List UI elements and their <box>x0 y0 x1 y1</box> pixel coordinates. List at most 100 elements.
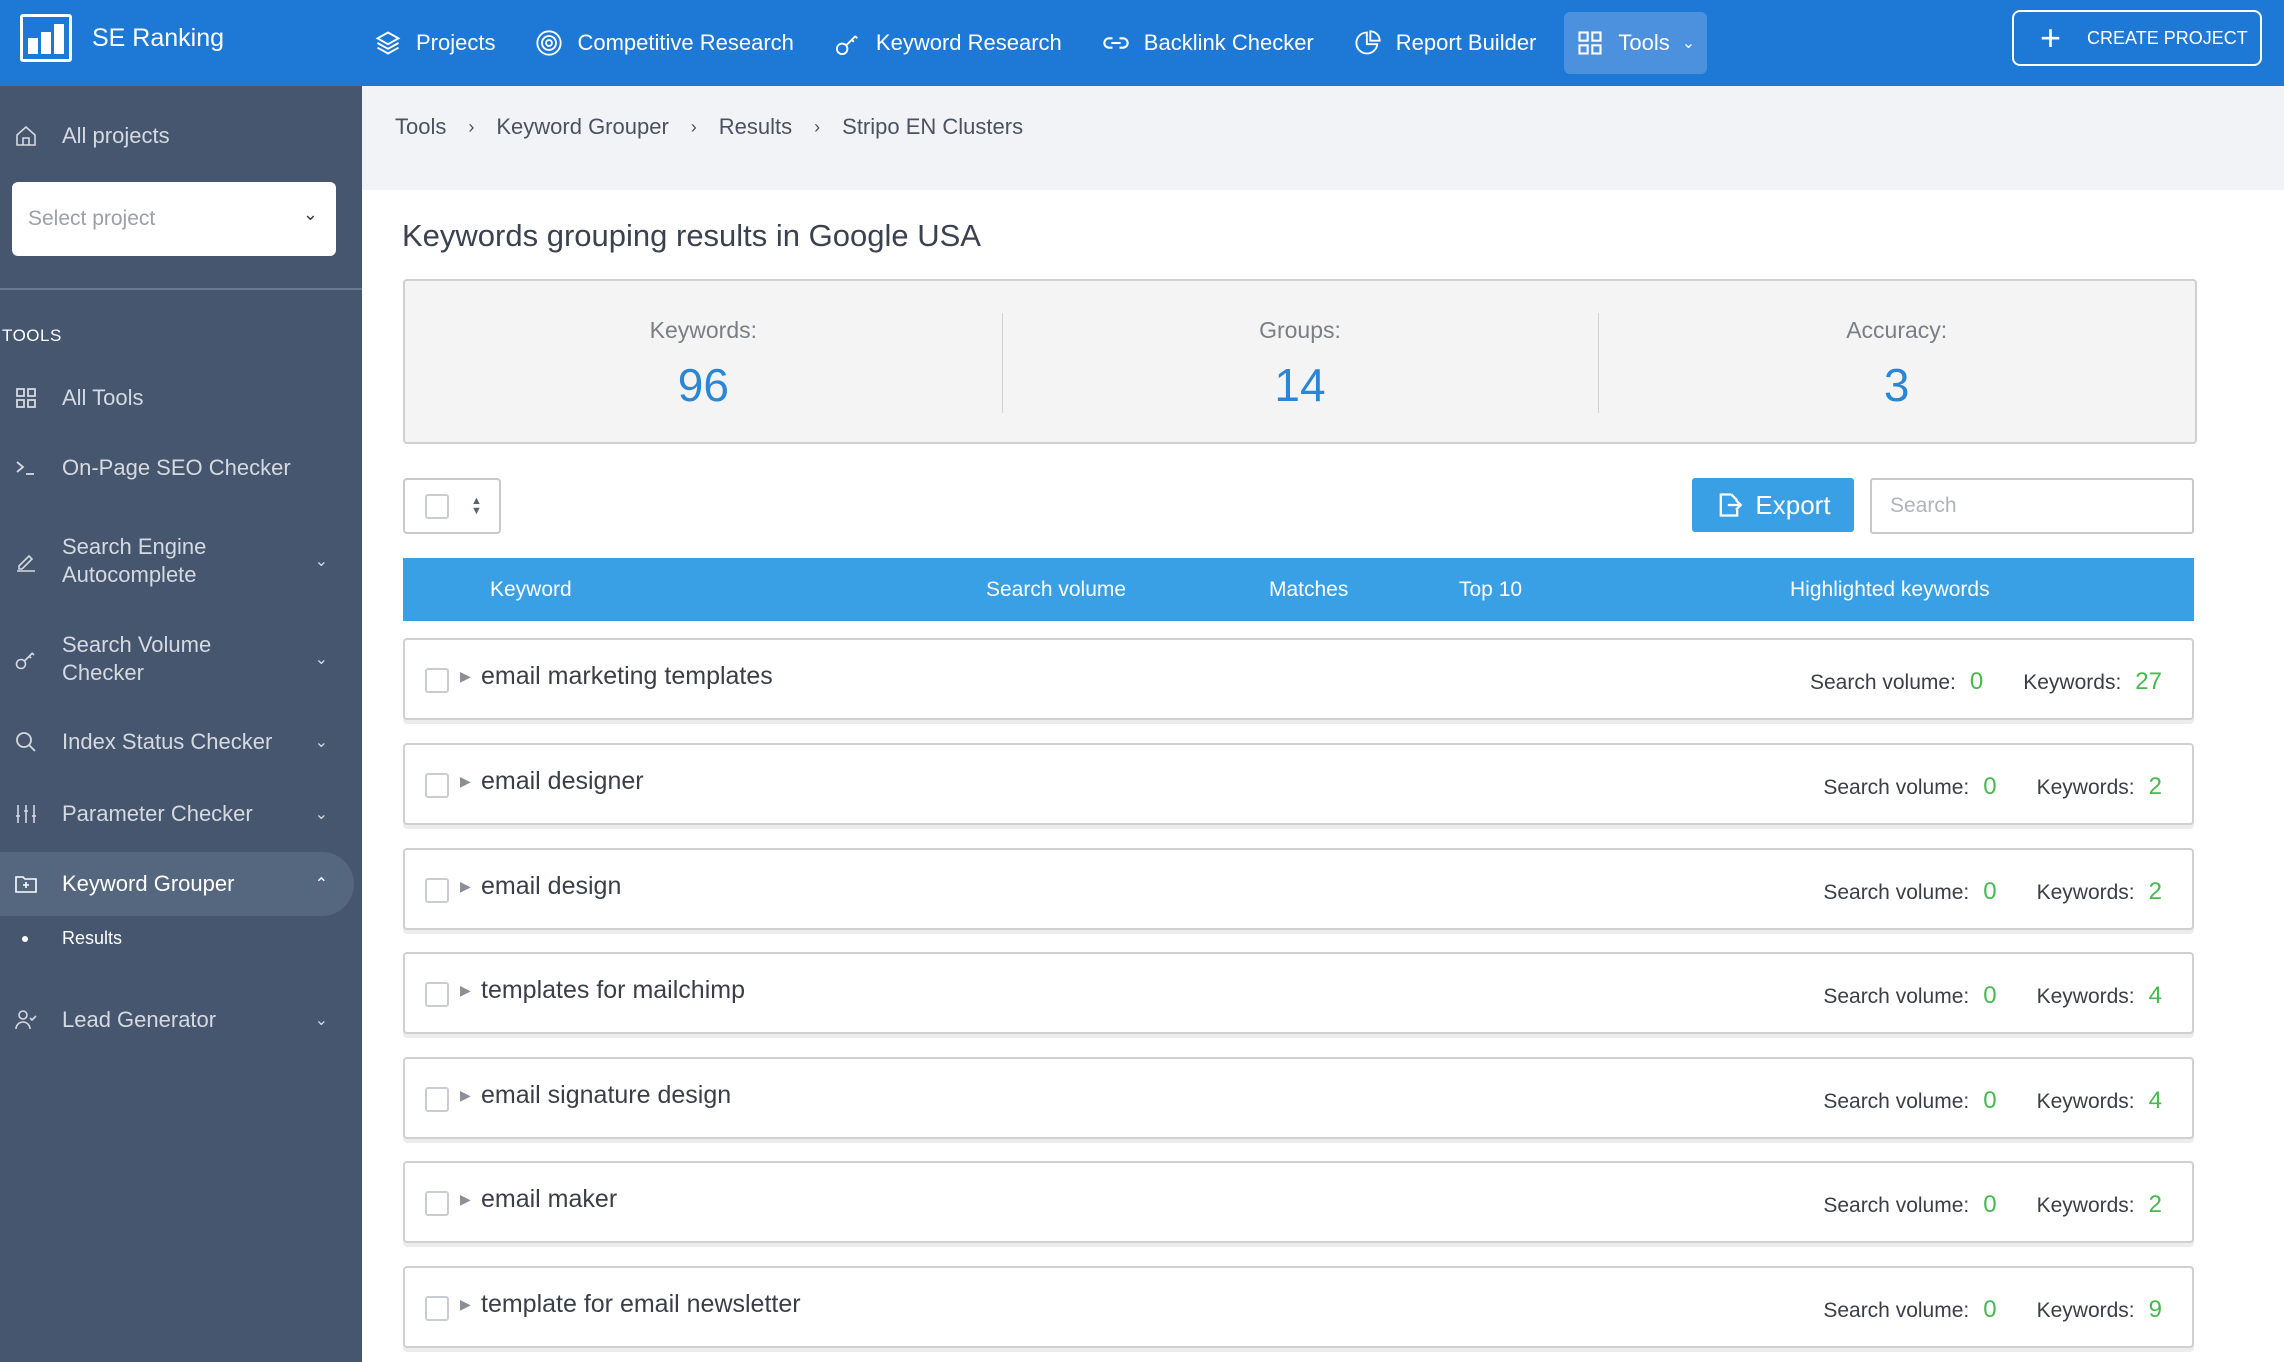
table-row[interactable]: ▶ email signature design Search volume: … <box>403 1057 2194 1139</box>
sidebar: All projects Select project ⌄ TOOLS All … <box>0 86 362 1362</box>
nav-label: Report Builder <box>1395 30 1537 55</box>
keywords-count: 4 <box>2148 1087 2162 1114</box>
sidebar-item-parameter-checker[interactable]: Parameter Checker ⌄ <box>0 792 354 836</box>
row-checkbox[interactable] <box>425 1087 449 1112</box>
table-row[interactable]: ▶ email marketing templates Search volum… <box>403 638 2194 720</box>
search-volume-label: Search volume: <box>1823 1090 1970 1113</box>
select-project-placeholder: Select project <box>28 207 156 230</box>
group-keyword[interactable]: email design <box>481 872 621 901</box>
chevron-down-icon: ⌄ <box>302 204 318 224</box>
keywords-label: Keywords: <box>2023 671 2122 694</box>
row-meta: Search volume: 0 Keywords: 4 <box>1823 982 2162 1010</box>
row-meta: Search volume: 0 Keywords: 9 <box>1823 1296 2162 1324</box>
export-label: Export <box>1755 489 1831 520</box>
select-all-checkbox[interactable] <box>425 493 449 519</box>
keywords-label: Keywords: <box>2036 1194 2135 1217</box>
keywords-count: 9 <box>2148 1296 2162 1323</box>
keywords-label: Keywords: <box>2036 776 2135 799</box>
row-checkbox[interactable] <box>425 1296 449 1321</box>
stat-label: Keywords: <box>649 317 758 343</box>
search-volume-label: Search volume: <box>1823 1194 1970 1217</box>
table-row[interactable]: ▶ templates for mailchimp Search volume:… <box>403 952 2194 1034</box>
table-row[interactable]: ▶ email maker Search volume: 0 Keywords:… <box>403 1161 2194 1243</box>
expand-triangle-icon[interactable]: ▶ <box>460 773 471 790</box>
export-button[interactable]: Export <box>1692 478 1854 532</box>
key-icon <box>835 35 858 56</box>
sidebar-item-on-page-seo-checker[interactable]: On-Page SEO Checker <box>0 446 354 490</box>
sidebar-sublabel: Results <box>62 928 123 948</box>
sidebar-item-index-status-checker[interactable]: Index Status Checker ⌄ <box>0 720 354 764</box>
nav-label: Backlink Checker <box>1143 30 1314 55</box>
expand-triangle-icon[interactable]: ▶ <box>460 1296 471 1313</box>
chevron-right-icon: › <box>468 116 475 137</box>
sidebar-label: On-Page SEO Checker <box>62 455 291 480</box>
sidebar-label: Lead Generator <box>62 1007 217 1032</box>
table-row[interactable]: ▶ template for email newsletter Search v… <box>403 1266 2194 1348</box>
column-highlighted-keywords[interactable]: Highlighted keywords <box>1790 578 1990 602</box>
breadcrumb-results[interactable]: Results <box>719 114 792 140</box>
expand-triangle-icon[interactable]: ▶ <box>460 1087 471 1104</box>
group-keyword[interactable]: email designer <box>481 767 644 796</box>
search-volume-value: 0 <box>1969 668 1984 695</box>
table-row[interactable]: ▶ email design Search volume: 0 Keywords… <box>403 848 2194 930</box>
row-checkbox[interactable] <box>425 878 449 903</box>
column-top-10[interactable]: Top 10 <box>1459 578 1522 602</box>
keywords-label: Keywords: <box>2036 985 2135 1008</box>
bulk-select-dropdown[interactable]: ▲ ▼ <box>403 478 501 534</box>
column-search-volume[interactable]: Search volume <box>986 578 1126 602</box>
nav-backlink-checker[interactable]: Backlink Checker <box>1090 12 1326 74</box>
breadcrumb: Tools › Keyword Grouper › Results › Stri… <box>395 114 1023 140</box>
stat-accuracy: Accuracy: 3 <box>1598 281 2195 442</box>
nav-keyword-research[interactable]: Keyword Research <box>822 12 1074 74</box>
column-matches[interactable]: Matches <box>1269 578 1348 602</box>
sidebar-item-lead-generator[interactable]: Lead Generator ⌄ <box>0 998 354 1042</box>
create-project-button[interactable]: + CREATE PROJECT <box>2012 10 2262 66</box>
row-meta: Search volume: 0 Keywords: 2 <box>1823 773 2162 801</box>
row-meta: Search volume: 0 Keywords: 2 <box>1823 878 2162 906</box>
stat-label: Accuracy: <box>1846 317 1948 343</box>
row-checkbox[interactable] <box>425 1191 449 1216</box>
nav-competitive-research[interactable]: Competitive Research <box>523 12 805 74</box>
stat-value: 96 <box>677 359 729 411</box>
group-keyword[interactable]: email maker <box>481 1185 617 1214</box>
group-keyword[interactable]: email signature design <box>481 1081 731 1110</box>
sidebar-item-search-engine-autocomplete[interactable]: Search Engine Autocomplete ⌄ <box>0 526 354 596</box>
group-keyword[interactable]: template for email newsletter <box>481 1290 801 1319</box>
select-project-dropdown[interactable]: Select project ⌄ <box>12 182 336 256</box>
table-row[interactable]: ▶ email designer Search volume: 0 Keywor… <box>403 743 2194 825</box>
row-checkbox[interactable] <box>425 982 449 1007</box>
column-keyword[interactable]: Keyword <box>490 578 572 602</box>
target-icon <box>536 30 563 56</box>
expand-triangle-icon[interactable]: ▶ <box>460 668 471 685</box>
chevron-right-icon: › <box>690 116 697 137</box>
sidebar-item-search-volume-checker[interactable]: Search Volume Checker ⌄ <box>0 624 354 694</box>
row-meta: Search volume: 0 Keywords: 4 <box>1823 1087 2162 1115</box>
expand-triangle-icon[interactable]: ▶ <box>460 1191 471 1208</box>
search-input[interactable] <box>1870 478 2194 534</box>
search-volume-value: 0 <box>1983 1296 1997 1323</box>
breadcrumb-keyword-grouper[interactable]: Keyword Grouper <box>496 114 668 140</box>
nav-tools[interactable]: Tools ⌄ <box>1564 12 1708 74</box>
group-keyword[interactable]: email marketing templates <box>481 662 773 691</box>
logo[interactable]: SE Ranking <box>20 14 224 62</box>
breadcrumb-bar: Tools › Keyword Grouper › Results › Stri… <box>362 86 2284 190</box>
stat-value: 14 <box>1274 359 1326 411</box>
row-checkbox[interactable] <box>425 773 449 798</box>
sidebar-section-title: TOOLS <box>2 326 62 345</box>
sidebar-item-keyword-grouper[interactable]: Keyword Grouper ⌃ <box>0 852 354 916</box>
expand-triangle-icon[interactable]: ▶ <box>460 878 471 895</box>
group-keyword[interactable]: templates for mailchimp <box>481 976 745 1005</box>
sidebar-subitem-results[interactable]: Results <box>0 928 122 949</box>
nav-projects[interactable]: Projects <box>362 12 507 74</box>
search-volume-value: 0 <box>1983 773 1997 800</box>
row-checkbox[interactable] <box>425 668 449 693</box>
expand-triangle-icon[interactable]: ▶ <box>460 982 471 999</box>
nav-report-builder[interactable]: Report Builder <box>1342 12 1549 74</box>
breadcrumb-tools[interactable]: Tools <box>395 114 446 140</box>
chevron-down-icon: ⌄ <box>314 651 328 668</box>
sidebar-item-all-tools[interactable]: All Tools <box>0 376 354 420</box>
chevron-down-icon: ⌄ <box>314 734 328 751</box>
chevron-down-icon: ⌄ <box>314 553 328 570</box>
sidebar-all-projects[interactable]: All projects <box>0 116 170 156</box>
keywords-label: Keywords: <box>2036 1299 2135 1322</box>
